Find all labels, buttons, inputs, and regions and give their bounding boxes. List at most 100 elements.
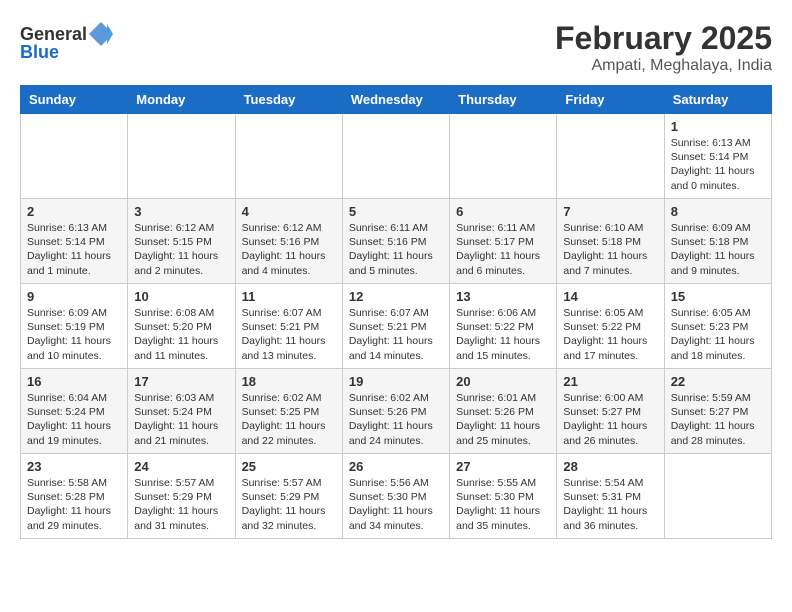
table-row: 28 Sunrise: 5:54 AM Sunset: 5:31 PM Dayli…: [557, 454, 664, 539]
table-row: 24 Sunrise: 5:57 AM Sunset: 5:29 PM Dayli…: [128, 454, 235, 539]
day-info: Sunrise: 6:12 AM Sunset: 5:16 PM Dayligh…: [242, 221, 336, 278]
table-row: [21, 114, 128, 199]
day-number: 15: [671, 289, 765, 304]
col-saturday: Saturday: [664, 86, 771, 114]
table-row: 10 Sunrise: 6:08 AM Sunset: 5:20 PM Dayli…: [128, 284, 235, 369]
table-row: 23 Sunrise: 5:58 AM Sunset: 5:28 PM Dayli…: [21, 454, 128, 539]
table-row: 5 Sunrise: 6:11 AM Sunset: 5:16 PM Daylig…: [342, 199, 449, 284]
logo: General Blue: [20, 20, 115, 63]
day-number: 3: [134, 204, 228, 219]
table-row: [342, 114, 449, 199]
day-number: 21: [563, 374, 657, 389]
col-tuesday: Tuesday: [235, 86, 342, 114]
table-row: 18Sunrise: 6:02 AM Sunset: 5:25 PM Dayli…: [235, 369, 342, 454]
day-number: 13: [456, 289, 550, 304]
day-number: 17: [134, 374, 228, 389]
table-row: 7 Sunrise: 6:10 AM Sunset: 5:18 PM Daylig…: [557, 199, 664, 284]
calendar-header-row: Sunday Monday Tuesday Wednesday Thursday…: [21, 86, 772, 114]
day-number: 26: [349, 459, 443, 474]
calendar-week-row: 16Sunrise: 6:04 AM Sunset: 5:24 PM Dayli…: [21, 369, 772, 454]
day-number: 7: [563, 204, 657, 219]
day-info: Sunrise: 6:11 AM Sunset: 5:17 PM Dayligh…: [456, 221, 550, 278]
col-friday: Friday: [557, 86, 664, 114]
page-header: General Blue February 2025 Ampati, Megha…: [20, 20, 772, 75]
day-info: Sunrise: 6:09 AM Sunset: 5:19 PM Dayligh…: [27, 306, 121, 363]
day-info: Sunrise: 6:09 AM Sunset: 5:18 PM Dayligh…: [671, 221, 765, 278]
day-info: Sunrise: 6:10 AM Sunset: 5:18 PM Dayligh…: [563, 221, 657, 278]
day-info: Sunrise: 6:11 AM Sunset: 5:16 PM Dayligh…: [349, 221, 443, 278]
day-number: 4: [242, 204, 336, 219]
day-number: 2: [27, 204, 121, 219]
day-info: Sunrise: 6:05 AM Sunset: 5:22 PM Dayligh…: [563, 306, 657, 363]
day-info: Sunrise: 6:06 AM Sunset: 5:22 PM Dayligh…: [456, 306, 550, 363]
table-row: 16Sunrise: 6:04 AM Sunset: 5:24 PM Dayli…: [21, 369, 128, 454]
table-row: 27 Sunrise: 5:55 AM Sunset: 5:30 PM Dayli…: [450, 454, 557, 539]
table-row: 3Sunrise: 6:12 AM Sunset: 5:15 PM Daylig…: [128, 199, 235, 284]
table-row: 9 Sunrise: 6:09 AM Sunset: 5:19 PM Daylig…: [21, 284, 128, 369]
calendar-week-row: 23 Sunrise: 5:58 AM Sunset: 5:28 PM Dayli…: [21, 454, 772, 539]
table-row: 11Sunrise: 6:07 AM Sunset: 5:21 PM Dayli…: [235, 284, 342, 369]
day-number: 9: [27, 289, 121, 304]
day-number: 1: [671, 119, 765, 134]
day-number: 5: [349, 204, 443, 219]
table-row: 19Sunrise: 6:02 AM Sunset: 5:26 PM Dayli…: [342, 369, 449, 454]
logo-blue-text: Blue: [20, 42, 59, 63]
calendar-week-row: 1Sunrise: 6:13 AM Sunset: 5:14 PM Daylig…: [21, 114, 772, 199]
table-row: 14 Sunrise: 6:05 AM Sunset: 5:22 PM Dayli…: [557, 284, 664, 369]
day-number: 19: [349, 374, 443, 389]
day-number: 23: [27, 459, 121, 474]
table-row: 1Sunrise: 6:13 AM Sunset: 5:14 PM Daylig…: [664, 114, 771, 199]
table-row: 8 Sunrise: 6:09 AM Sunset: 5:18 PM Daylig…: [664, 199, 771, 284]
table-row: [235, 114, 342, 199]
day-info: Sunrise: 5:58 AM Sunset: 5:28 PM Dayligh…: [27, 476, 121, 533]
table-row: 13 Sunrise: 6:06 AM Sunset: 5:22 PM Dayli…: [450, 284, 557, 369]
day-info: Sunrise: 5:54 AM Sunset: 5:31 PM Dayligh…: [563, 476, 657, 533]
day-info: Sunrise: 5:57 AM Sunset: 5:29 PM Dayligh…: [134, 476, 228, 533]
day-number: 12: [349, 289, 443, 304]
col-thursday: Thursday: [450, 86, 557, 114]
table-row: [450, 114, 557, 199]
day-info: Sunrise: 6:00 AM Sunset: 5:27 PM Dayligh…: [563, 391, 657, 448]
day-number: 10: [134, 289, 228, 304]
day-info: Sunrise: 5:56 AM Sunset: 5:30 PM Dayligh…: [349, 476, 443, 533]
table-row: [557, 114, 664, 199]
day-number: 28: [563, 459, 657, 474]
title-section: February 2025 Ampati, Meghalaya, India: [555, 20, 772, 75]
day-number: 25: [242, 459, 336, 474]
location-text: Ampati, Meghalaya, India: [555, 57, 772, 75]
table-row: 21 Sunrise: 6:00 AM Sunset: 5:27 PM Dayli…: [557, 369, 664, 454]
day-number: 20: [456, 374, 550, 389]
table-row: 6 Sunrise: 6:11 AM Sunset: 5:17 PM Daylig…: [450, 199, 557, 284]
table-row: 12 Sunrise: 6:07 AM Sunset: 5:21 PM Dayli…: [342, 284, 449, 369]
day-number: 14: [563, 289, 657, 304]
day-number: 27: [456, 459, 550, 474]
day-info: Sunrise: 6:03 AM Sunset: 5:24 PM Dayligh…: [134, 391, 228, 448]
day-info: Sunrise: 6:13 AM Sunset: 5:14 PM Dayligh…: [27, 221, 121, 278]
calendar-week-row: 9 Sunrise: 6:09 AM Sunset: 5:19 PM Daylig…: [21, 284, 772, 369]
day-number: 6: [456, 204, 550, 219]
day-info: Sunrise: 6:01 AM Sunset: 5:26 PM Dayligh…: [456, 391, 550, 448]
day-number: 22: [671, 374, 765, 389]
day-number: 11: [242, 289, 336, 304]
table-row: 26 Sunrise: 5:56 AM Sunset: 5:30 PM Dayli…: [342, 454, 449, 539]
day-info: Sunrise: 5:57 AM Sunset: 5:29 PM Dayligh…: [242, 476, 336, 533]
table-row: [664, 454, 771, 539]
calendar-week-row: 2 Sunrise: 6:13 AM Sunset: 5:14 PM Daylig…: [21, 199, 772, 284]
col-monday: Monday: [128, 86, 235, 114]
day-info: Sunrise: 6:05 AM Sunset: 5:23 PM Dayligh…: [671, 306, 765, 363]
day-info: Sunrise: 6:07 AM Sunset: 5:21 PM Dayligh…: [349, 306, 443, 363]
day-info: Sunrise: 5:59 AM Sunset: 5:27 PM Dayligh…: [671, 391, 765, 448]
table-row: 17 Sunrise: 6:03 AM Sunset: 5:24 PM Dayli…: [128, 369, 235, 454]
col-sunday: Sunday: [21, 86, 128, 114]
table-row: 15 Sunrise: 6:05 AM Sunset: 5:23 PM Dayli…: [664, 284, 771, 369]
day-number: 24: [134, 459, 228, 474]
day-number: 8: [671, 204, 765, 219]
day-info: Sunrise: 6:04 AM Sunset: 5:24 PM Dayligh…: [27, 391, 121, 448]
table-row: [128, 114, 235, 199]
table-row: 4 Sunrise: 6:12 AM Sunset: 5:16 PM Daylig…: [235, 199, 342, 284]
table-row: 22 Sunrise: 5:59 AM Sunset: 5:27 PM Dayli…: [664, 369, 771, 454]
day-info: Sunrise: 6:08 AM Sunset: 5:20 PM Dayligh…: [134, 306, 228, 363]
calendar-table: Sunday Monday Tuesday Wednesday Thursday…: [20, 85, 772, 539]
day-info: Sunrise: 5:55 AM Sunset: 5:30 PM Dayligh…: [456, 476, 550, 533]
logo-icon: [87, 20, 115, 48]
